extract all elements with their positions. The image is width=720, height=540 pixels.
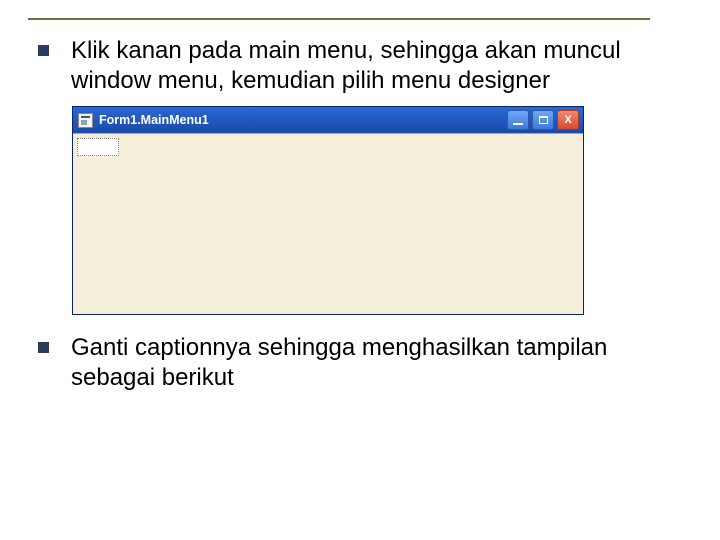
minimize-button[interactable] [507, 110, 529, 130]
maximize-icon [539, 116, 548, 124]
screenshot-figure: Form1.MainMenu1 X [72, 106, 582, 315]
window-buttons: X [507, 110, 579, 130]
bullet-item-2: Ganti captionnya sehingga menghasilkan t… [20, 333, 700, 393]
maximize-button[interactable] [532, 110, 554, 130]
window-title: Form1.MainMenu1 [99, 113, 507, 127]
square-bullet-icon [38, 45, 49, 56]
top-rule [28, 18, 650, 20]
square-bullet-icon [38, 342, 49, 353]
bullet-text: Klik kanan pada main menu, sehingga akan… [71, 36, 631, 96]
minimize-icon [513, 123, 523, 125]
bullet-text: Ganti captionnya sehingga menghasilkan t… [71, 333, 631, 393]
bullet-item-1: Klik kanan pada main menu, sehingga akan… [20, 36, 700, 96]
close-button[interactable]: X [557, 110, 579, 130]
menu-item-placeholder[interactable] [77, 138, 119, 156]
slide: Klik kanan pada main menu, sehingga akan… [0, 0, 720, 540]
menu-designer-window: Form1.MainMenu1 X [72, 106, 584, 315]
app-icon [78, 113, 93, 128]
titlebar: Form1.MainMenu1 X [73, 107, 583, 133]
close-icon: X [564, 114, 571, 126]
window-client-area [73, 133, 583, 314]
